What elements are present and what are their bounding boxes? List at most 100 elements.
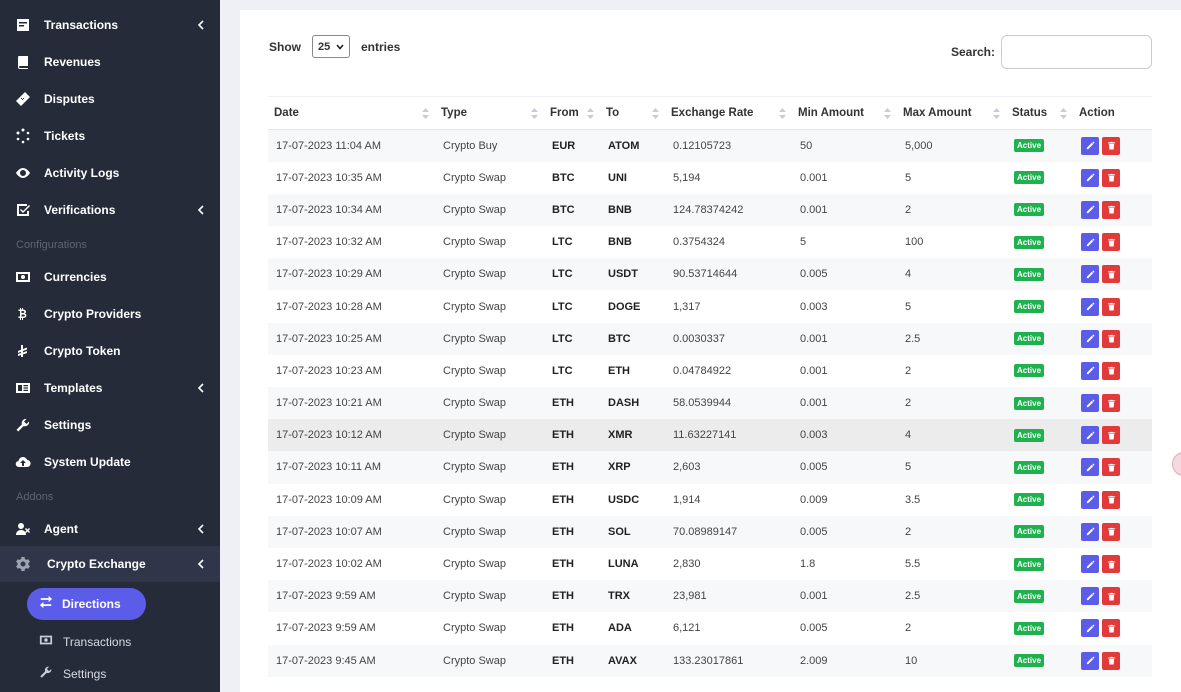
sidebar-item-crypto-token[interactable]: Crypto Token xyxy=(0,332,220,369)
cell-min: 0.001 xyxy=(800,397,828,410)
sidebar-item-transactions[interactable]: Transactions xyxy=(0,6,220,43)
chevron-down-icon xyxy=(336,41,344,53)
edit-button[interactable] xyxy=(1081,136,1099,155)
sidebar-subitem-directions[interactable]: Directions xyxy=(27,588,146,620)
cell-to: TRX xyxy=(608,590,630,603)
cell-action xyxy=(1073,645,1152,677)
column-header-min-amount[interactable]: Min Amount xyxy=(792,97,897,130)
cell-to: BNB xyxy=(608,236,632,249)
delete-button[interactable] xyxy=(1102,168,1120,187)
edit-button[interactable] xyxy=(1081,200,1099,219)
cell-date: 17-07-2023 9:59 AM xyxy=(276,590,376,603)
edit-button[interactable] xyxy=(1081,522,1099,541)
cell-action xyxy=(1073,194,1152,226)
edit-button[interactable] xyxy=(1081,233,1099,252)
trash-icon xyxy=(1107,527,1116,536)
delete-button[interactable] xyxy=(1102,619,1120,638)
status-badge: Active xyxy=(1014,139,1045,153)
delete-button[interactable] xyxy=(1102,394,1120,413)
sidebar-item-label: Verifications xyxy=(44,202,116,217)
edit-button[interactable] xyxy=(1081,555,1099,574)
delete-button[interactable] xyxy=(1102,587,1120,606)
entries-select[interactable]: 25 xyxy=(312,35,350,58)
sidebar-item-label: Currencies xyxy=(44,269,107,284)
sidebar-item-disputes[interactable]: Disputes xyxy=(0,80,220,117)
cell-action xyxy=(1073,484,1152,516)
delete-button[interactable] xyxy=(1102,555,1120,574)
column-header-status[interactable]: Status xyxy=(1006,97,1073,130)
sidebar-item-tickets[interactable]: Tickets xyxy=(0,117,220,154)
cell-min: 0.009 xyxy=(800,493,828,506)
column-header-label: Action xyxy=(1079,107,1115,119)
cell-to: LUNA xyxy=(608,558,639,571)
edit-button[interactable] xyxy=(1081,168,1099,187)
cell-from: LTC xyxy=(552,332,573,345)
sidebar-item-system-update[interactable]: System Update xyxy=(0,443,220,480)
cell-status: Active xyxy=(1006,516,1073,548)
sidebar-item-revenues[interactable]: Revenues xyxy=(0,43,220,80)
cell-from: ETH xyxy=(552,622,574,635)
table-row: 17-07-2023 10:35 AM Crypto Swap BTC UNI 5,19… xyxy=(268,162,1152,194)
edit-icon xyxy=(1086,527,1095,536)
cell-min: 0.001 xyxy=(800,364,828,377)
sidebar-item-activity-logs[interactable]: Activity Logs xyxy=(0,154,220,191)
delete-button[interactable] xyxy=(1102,329,1120,348)
sidebar-item-currencies[interactable]: Currencies xyxy=(0,258,220,295)
sidebar-item-settings[interactable]: Settings xyxy=(0,406,220,443)
delete-button[interactable] xyxy=(1102,233,1120,252)
trash-icon xyxy=(1107,495,1116,504)
status-badge: Active xyxy=(1014,396,1045,410)
column-header-to[interactable]: To xyxy=(600,97,665,130)
cell-max: 5.5 xyxy=(905,558,921,571)
column-header-date[interactable]: Date xyxy=(268,97,435,130)
sidebar-item-verifications[interactable]: Verifications xyxy=(0,191,220,228)
delete-button[interactable] xyxy=(1102,265,1120,284)
edit-button[interactable] xyxy=(1081,619,1099,638)
cell-max: 5 xyxy=(905,300,912,313)
cell-from: ETH xyxy=(552,429,574,442)
status-badge: Active xyxy=(1014,557,1045,571)
edit-button[interactable] xyxy=(1081,458,1099,477)
status-badge: Active xyxy=(1014,203,1045,217)
cell-max: 5,000 xyxy=(905,139,933,152)
cell-date: 17-07-2023 10:11 AM xyxy=(276,461,381,474)
edit-button[interactable] xyxy=(1081,651,1099,670)
cell-date: 17-07-2023 10:23 AM xyxy=(276,364,382,377)
cell-status: Active xyxy=(1006,580,1073,612)
sidebar-item-crypto-providers[interactable]: Crypto Providers xyxy=(0,295,220,332)
column-header-max-amount[interactable]: Max Amount xyxy=(897,97,1006,130)
column-header-exchange-rate[interactable]: Exchange Rate xyxy=(665,97,792,130)
delete-button[interactable] xyxy=(1102,297,1120,316)
column-header-type[interactable]: Type xyxy=(435,97,544,130)
column-header-action[interactable]: Action xyxy=(1073,97,1152,130)
search-input[interactable] xyxy=(1001,35,1152,69)
edit-button[interactable] xyxy=(1081,329,1099,348)
sidebar-item-crypto-exchange[interactable]: Crypto Exchange xyxy=(0,546,220,582)
search-label: Search: xyxy=(950,45,995,59)
edit-button[interactable] xyxy=(1081,361,1099,380)
sidebar-item-agent[interactable]: Agent xyxy=(0,510,220,547)
cell-max: 2 xyxy=(905,622,912,635)
delete-button[interactable] xyxy=(1102,426,1120,445)
edit-button[interactable] xyxy=(1081,394,1099,413)
delete-button[interactable] xyxy=(1102,200,1120,219)
sidebar-item-templates[interactable]: Templates xyxy=(0,369,220,406)
edit-button[interactable] xyxy=(1081,490,1099,509)
wrench-icon xyxy=(39,665,53,684)
sidebar-subitem-transactions[interactable]: Transactions xyxy=(0,627,220,657)
edit-button[interactable] xyxy=(1081,426,1099,445)
delete-button[interactable] xyxy=(1102,136,1120,155)
delete-button[interactable] xyxy=(1102,651,1120,670)
column-header-from[interactable]: From xyxy=(544,97,600,130)
edit-button[interactable] xyxy=(1081,265,1099,284)
trash-icon xyxy=(1107,334,1116,343)
edit-button[interactable] xyxy=(1081,297,1099,316)
delete-button[interactable] xyxy=(1102,490,1120,509)
delete-button[interactable] xyxy=(1102,522,1120,541)
sidebar-subitem-settings[interactable]: Settings xyxy=(0,659,220,689)
delete-button[interactable] xyxy=(1102,361,1120,380)
cell-to: BTC xyxy=(608,332,631,345)
sidebar-item-label: Disputes xyxy=(44,91,95,106)
edit-button[interactable] xyxy=(1081,587,1099,606)
delete-button[interactable] xyxy=(1102,458,1120,477)
